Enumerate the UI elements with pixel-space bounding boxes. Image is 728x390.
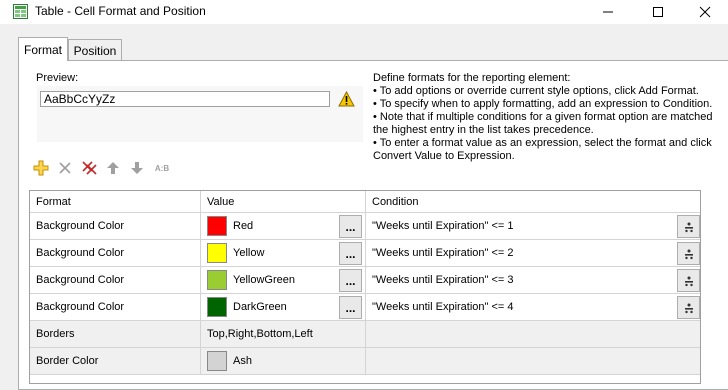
value-cell[interactable]: Top,Right,Bottom,Left <box>200 321 365 347</box>
help-line: • To enter a format value as an expressi… <box>373 137 712 162</box>
value-cell[interactable]: Ash <box>200 348 365 374</box>
color-swatch <box>207 270 227 290</box>
value-text: Yellow <box>233 247 265 259</box>
add-format-button[interactable] <box>33 160 49 176</box>
value-cell[interactable]: YellowGreen ... <box>200 267 365 293</box>
format-cell: Background Color <box>36 301 125 313</box>
format-cell: Borders <box>36 328 75 340</box>
delete-icon <box>59 162 71 174</box>
expression-edit-icon <box>684 303 693 313</box>
format-grid: Format Value Condition Background Color … <box>29 190 701 384</box>
value-ellipsis-button[interactable]: ... <box>339 242 362 265</box>
help-line: • To specify when to apply formatting, a… <box>373 98 713 110</box>
value-text: Ash <box>233 355 252 367</box>
condition-edit-button[interactable] <box>677 242 700 265</box>
condition-cell[interactable]: "Weeks until Expiration" <= 4 <box>365 294 700 320</box>
color-swatch <box>207 216 227 236</box>
format-cell: Background Color <box>36 274 125 286</box>
add-icon <box>33 160 49 176</box>
tab-position[interactable]: Position <box>68 39 122 61</box>
close-button[interactable] <box>682 0 728 24</box>
delete-all-formats-button[interactable] <box>81 160 97 176</box>
table-app-icon <box>13 4 28 19</box>
expression-edit-icon <box>684 222 693 232</box>
condition-cell[interactable]: "Weeks until Expiration" <= 1 <box>365 213 700 239</box>
move-down-icon <box>131 162 143 174</box>
table-row[interactable]: Background Color YellowGreen ... "Weeks … <box>30 267 700 294</box>
expression-edit-icon <box>684 249 693 259</box>
column-header-format: Format <box>36 195 71 208</box>
condition-edit-button[interactable] <box>677 296 700 319</box>
format-cell: Background Color <box>36 220 125 232</box>
grid-header-row: Format Value Condition <box>30 191 700 213</box>
move-down-button[interactable] <box>129 160 145 176</box>
condition-cell[interactable]: "Weeks until Expiration" <= 3 <box>365 267 700 293</box>
table-row[interactable]: Borders Top,Right,Bottom,Left <box>30 321 700 348</box>
condition-text: "Weeks until Expiration" <= 2 <box>372 247 514 259</box>
table-row[interactable]: Background Color Yellow ... "Weeks until… <box>30 240 700 267</box>
minimize-icon <box>603 11 613 13</box>
value-ellipsis-button[interactable]: ... <box>339 296 362 319</box>
value-ellipsis-button[interactable]: ... <box>339 215 362 238</box>
value-cell[interactable]: DarkGreen ... <box>200 294 365 320</box>
condition-text: "Weeks until Expiration" <= 3 <box>372 274 514 286</box>
value-text: Top,Right,Bottom,Left <box>207 328 313 340</box>
tab-position-label: Position <box>73 43 117 58</box>
value-cell[interactable]: Yellow ... <box>200 240 365 266</box>
table-row[interactable]: Background Color DarkGreen ... "Weeks un… <box>30 294 700 321</box>
maximize-button[interactable] <box>635 0 681 24</box>
condition-text: "Weeks until Expiration" <= 4 <box>372 301 514 313</box>
preview-label: Preview: <box>36 72 79 84</box>
help-line: Define formats for the reporting element… <box>373 72 571 84</box>
color-swatch <box>207 351 227 371</box>
maximize-icon <box>653 7 663 17</box>
condition-text: "Weeks until Expiration" <= 1 <box>372 220 514 232</box>
warning-icon <box>338 91 355 107</box>
close-icon <box>699 6 711 18</box>
tab-format[interactable]: Format <box>18 37 68 61</box>
convert-value-to-expression-button[interactable]: A:B <box>151 160 173 176</box>
tab-format-label: Format <box>23 42 62 57</box>
convert-expression-icon: A:B <box>154 163 170 173</box>
condition-edit-button[interactable] <box>677 269 700 292</box>
color-swatch <box>207 297 227 317</box>
delete-all-icon <box>82 161 97 175</box>
help-line: • Note that if multiple conditions for a… <box>373 111 713 136</box>
value-text: DarkGreen <box>233 301 287 313</box>
delete-format-button[interactable] <box>57 160 73 176</box>
color-swatch <box>207 243 227 263</box>
preview-sample-text: AaBbCcYyZz <box>40 91 330 107</box>
minimize-button[interactable] <box>585 0 631 24</box>
title-bar: Table - Cell Format and Position <box>0 0 728 24</box>
table-row[interactable]: Border Color Ash <box>30 348 700 375</box>
help-text: Define formats for the reporting element… <box>373 72 713 163</box>
format-cell: Border Color <box>36 355 99 367</box>
column-header-condition: Condition <box>365 191 700 212</box>
value-cell[interactable]: Red ... <box>200 213 365 239</box>
value-text: YellowGreen <box>233 274 295 286</box>
format-cell: Background Color <box>36 247 125 259</box>
move-up-icon <box>107 162 119 174</box>
help-line: • To add options or override current sty… <box>373 85 699 97</box>
expression-edit-icon <box>684 276 693 286</box>
value-ellipsis-button[interactable]: ... <box>339 269 362 292</box>
condition-cell[interactable]: "Weeks until Expiration" <= 2 <box>365 240 700 266</box>
table-row[interactable]: Background Color Red ... "Weeks until Ex… <box>30 213 700 240</box>
condition-cell[interactable] <box>365 321 700 347</box>
window-title: Table - Cell Format and Position <box>35 4 206 18</box>
move-up-button[interactable] <box>105 160 121 176</box>
condition-cell[interactable] <box>365 348 700 374</box>
condition-edit-button[interactable] <box>677 215 700 238</box>
column-header-value: Value <box>200 191 365 212</box>
value-text: Red <box>233 220 254 232</box>
